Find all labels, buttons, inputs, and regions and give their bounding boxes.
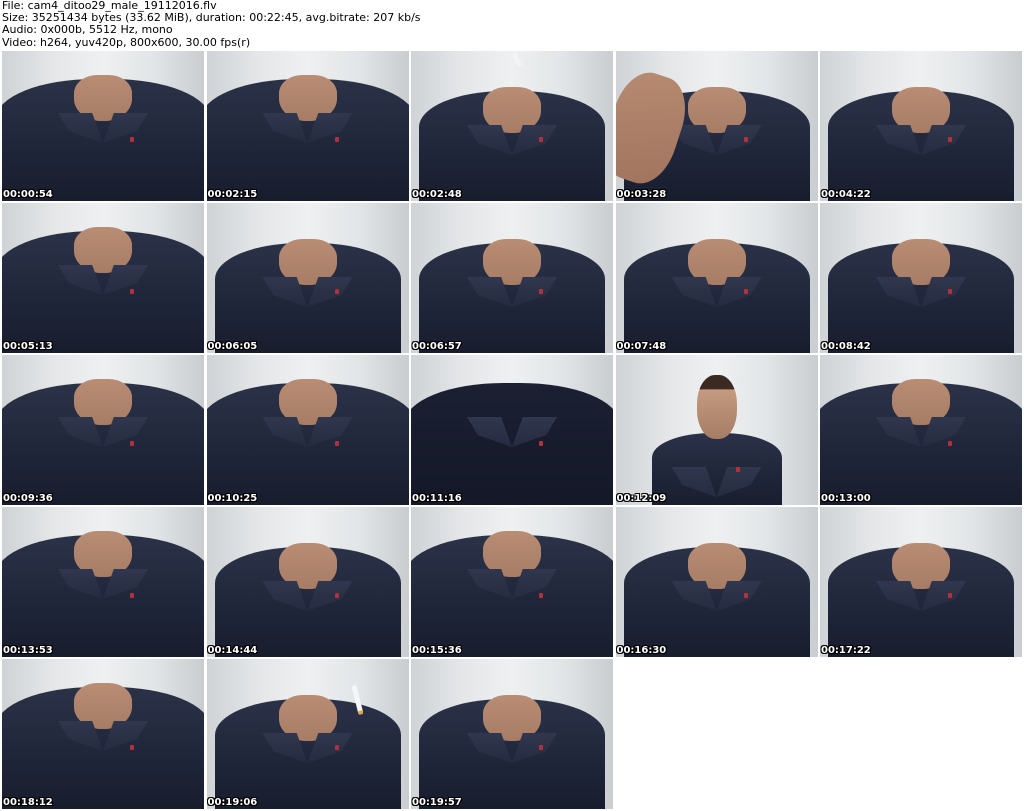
thumbnail: 00:11:16 <box>411 355 613 505</box>
thumbnail: 00:00:54 <box>2 51 204 201</box>
thumbnail-timestamp: 00:19:57 <box>412 797 462 808</box>
thumbnail: 00:09:36 <box>2 355 204 505</box>
thumbnail: 00:07:48 <box>615 203 818 353</box>
thumbnail-timestamp: 00:04:22 <box>821 189 871 200</box>
thumbnail-timestamp: 00:13:00 <box>821 493 871 504</box>
thumbnail: 00:14:44 <box>206 507 409 657</box>
thumbnail: 00:18:12 <box>2 659 204 809</box>
thumbnail-timestamp: 00:16:30 <box>616 645 667 656</box>
thumbnail: 00:02:48 <box>411 51 613 201</box>
thumbnail: 00:13:00 <box>820 355 1022 505</box>
thumbnail: 00:03:28 <box>615 51 818 201</box>
thumbnail: 00:15:36 <box>411 507 613 657</box>
thumbnail-timestamp: 00:02:48 <box>412 189 462 200</box>
thumbnail-timestamp: 00:12:09 <box>616 493 667 504</box>
thumbnail: 00:10:25 <box>206 355 409 505</box>
thumbnail-timestamp: 00:17:22 <box>821 645 871 656</box>
thumbnail-timestamp: 00:19:06 <box>207 797 258 808</box>
thumbnail: 00:05:13 <box>2 203 204 353</box>
thumbnail: 00:04:22 <box>820 51 1022 201</box>
thumbnail: 00:12:09 <box>615 355 818 505</box>
info-header: File: cam4_ditoo29_male_19112016.flv Siz… <box>0 0 1024 50</box>
thumbnail-timestamp: 00:06:05 <box>207 341 258 352</box>
thumbnail-timestamp: 00:02:15 <box>207 189 258 200</box>
thumbnail: 00:06:57 <box>411 203 613 353</box>
thumbnail-timestamp: 00:03:28 <box>616 189 667 200</box>
thumbnail-timestamp: 00:06:57 <box>412 341 462 352</box>
thumbnail-timestamp: 00:18:12 <box>3 797 53 808</box>
thumbnail: 00:17:22 <box>820 507 1022 657</box>
thumbnail-timestamp: 00:09:36 <box>3 493 53 504</box>
thumbnail-timestamp: 00:10:25 <box>207 493 258 504</box>
video-info-line: Video: h264, yuv420p, 800x600, 30.00 fps… <box>2 35 251 49</box>
thumbnail-timestamp: 00:07:48 <box>616 341 667 352</box>
thumbnail: 00:13:53 <box>2 507 204 657</box>
thumbnail-grid: 00:00:54 00:02:15 00:02:48 00:03:28 00:0… <box>2 51 1022 811</box>
thumbnail-timestamp: 00:08:42 <box>821 341 871 352</box>
thumbnail: 00:19:06 <box>206 659 409 809</box>
thumbnail-timestamp: 00:14:44 <box>207 645 258 656</box>
thumbnail: 00:02:15 <box>206 51 409 201</box>
thumbnail-timestamp: 00:15:36 <box>412 645 462 656</box>
thumbnail: 00:19:57 <box>411 659 613 809</box>
thumbnail-timestamp: 00:00:54 <box>3 189 53 200</box>
thumbnail: 00:16:30 <box>615 507 818 657</box>
audio-info-line: Audio: 0x000b, 5512 Hz, mono <box>2 23 173 37</box>
thumbnail: 00:06:05 <box>206 203 409 353</box>
thumbnail: 00:08:42 <box>820 203 1022 353</box>
thumbnail-timestamp: 00:11:16 <box>412 493 462 504</box>
thumbnail-timestamp: 00:13:53 <box>3 645 53 656</box>
thumbnail-timestamp: 00:05:13 <box>3 341 53 352</box>
